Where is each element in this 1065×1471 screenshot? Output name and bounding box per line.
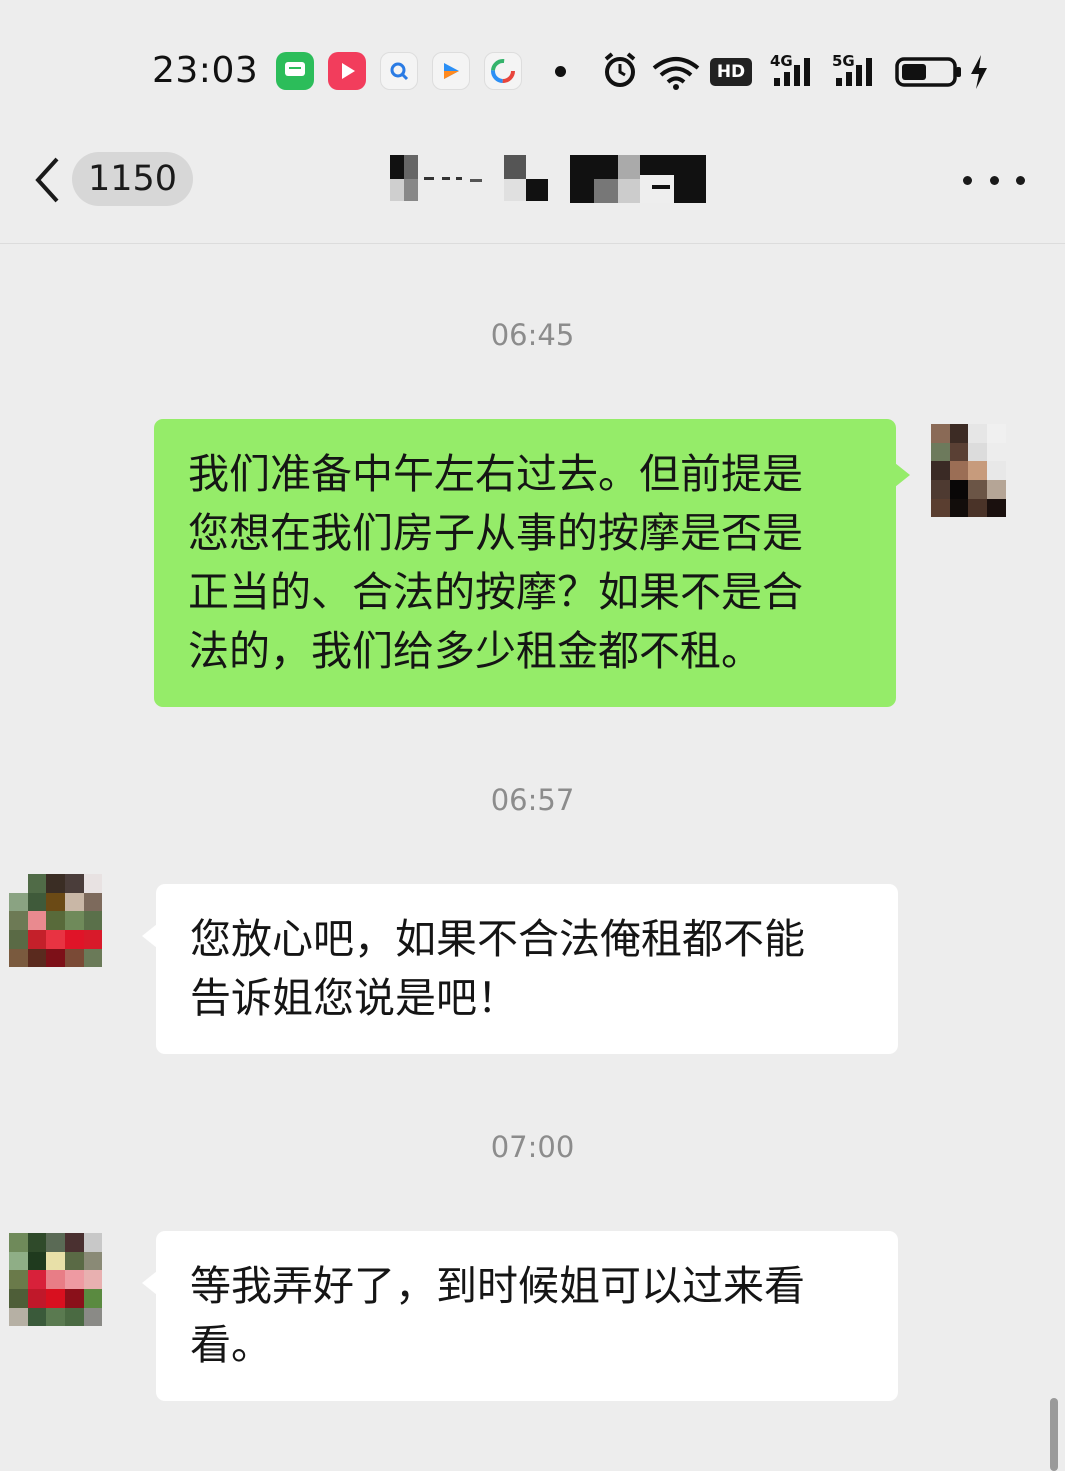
signal-icon-2 bbox=[836, 58, 872, 86]
alarm-icon bbox=[604, 52, 636, 87]
unread-count-badge[interactable]: 1150 bbox=[72, 152, 194, 206]
message-line: 您放心吧，如果不合法俺租都不能 bbox=[190, 915, 805, 963]
player-app-icon bbox=[432, 52, 470, 90]
chevron-left-icon bbox=[35, 157, 59, 203]
more-dots-icon bbox=[963, 175, 972, 185]
signal-icon bbox=[774, 58, 810, 86]
message-timestamp: 06:45 bbox=[490, 318, 575, 352]
message-timestamp: 06:57 bbox=[490, 783, 575, 817]
received-message-bubble[interactable]: 等我弄好了，到时候姐可以过来看 看。 bbox=[142, 1231, 898, 1401]
messages-app-icon bbox=[276, 52, 314, 90]
sent-message-bubble[interactable]: 我们准备中午左右过去。但前提是 您想在我们房子从事的按摩是否是 正当的、合法的按… bbox=[154, 419, 910, 707]
message-line: 您想在我们房子从事的按摩是否是 bbox=[188, 509, 803, 557]
message-line: 告诉姐您说是吧！ bbox=[190, 974, 518, 1022]
chat-header: 1150 bbox=[0, 130, 1065, 244]
message-line: 我们准备中午左右过去。但前提是 bbox=[188, 450, 803, 498]
charging-icon bbox=[971, 55, 987, 89]
received-message-bubble[interactable]: 您放心吧，如果不合法俺租都不能 告诉姐您说是吧！ bbox=[142, 884, 898, 1054]
notification-dot bbox=[555, 66, 566, 77]
wifi-icon bbox=[652, 57, 700, 90]
message-line: 正当的、合法的按摩？如果不是合 bbox=[188, 568, 803, 616]
message-timestamp: 07:00 bbox=[490, 1130, 575, 1164]
hd-badge: HD bbox=[710, 58, 752, 86]
contact-avatar-censored[interactable] bbox=[9, 874, 121, 986]
video-app-icon bbox=[328, 52, 366, 90]
message-line: 法的，我们给多少租金都不租。 bbox=[188, 627, 762, 675]
message-line: 等我弄好了，到时候姐可以过来看 bbox=[190, 1262, 805, 1310]
contact-name-censored bbox=[390, 155, 706, 203]
more-options-button[interactable] bbox=[963, 160, 1025, 200]
scrollbar[interactable] bbox=[1050, 1398, 1058, 1471]
browser-app-icon bbox=[484, 52, 522, 90]
back-button[interactable] bbox=[22, 150, 72, 210]
search-app-icon bbox=[380, 52, 418, 90]
message-line: 看。 bbox=[190, 1321, 272, 1369]
status-bar: 23:03 HD 4G 5G bbox=[0, 0, 1065, 130]
status-time: 23:03 bbox=[152, 50, 259, 91]
battery-icon bbox=[895, 57, 961, 87]
my-avatar-censored[interactable] bbox=[931, 424, 1043, 536]
contact-avatar-censored[interactable] bbox=[9, 1233, 121, 1345]
